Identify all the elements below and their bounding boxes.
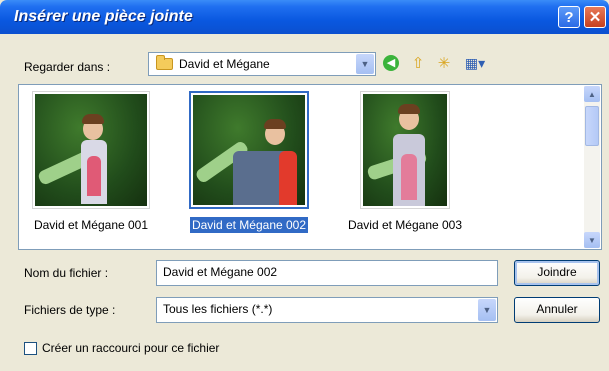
look-in-value: David et Mégane [179, 57, 270, 71]
vertical-scrollbar[interactable]: ▲ ▼ [584, 86, 600, 248]
new-folder-icon: ✳ [437, 55, 451, 72]
file-name: David et Mégane 003 [347, 218, 463, 232]
file-item-selected[interactable]: David et Mégane 002 [185, 91, 313, 233]
scroll-thumb[interactable] [585, 106, 599, 146]
file-name: David et Mégane 001 [33, 218, 149, 232]
filetype-label: Fichiers de type : [24, 303, 116, 317]
chevron-down-icon[interactable]: ▼ [478, 299, 496, 321]
look-in-label: Regarder dans : [24, 60, 111, 74]
help-button[interactable]: ? [558, 6, 580, 28]
folder-icon [156, 55, 173, 70]
shortcut-label: Créer un raccourci pour ce fichier [42, 341, 220, 355]
file-item[interactable]: David et Mégane 003 [341, 91, 469, 233]
filetype-dropdown[interactable]: Tous les fichiers (*.*) ▼ [156, 297, 498, 323]
close-button[interactable]: ✕ [584, 6, 606, 28]
up-folder-button[interactable]: ⇧ [408, 53, 428, 73]
file-item[interactable]: David et Mégane 001 [27, 91, 155, 233]
shortcut-checkbox[interactable] [24, 342, 37, 355]
file-thumbnail [32, 91, 150, 209]
chevron-down-icon[interactable]: ▼ [356, 54, 374, 74]
attach-button[interactable]: Joindre [514, 260, 600, 286]
cancel-button[interactable]: Annuler [514, 297, 600, 323]
new-folder-button[interactable]: ✳ [434, 53, 454, 73]
file-name: David et Mégane 002 [189, 217, 309, 233]
file-thumbnail [360, 91, 450, 209]
views-menu-icon: ▦▾ [464, 54, 486, 71]
filename-input[interactable]: David et Mégane 002 [156, 260, 498, 286]
filename-label: Nom du fichier : [24, 266, 109, 280]
insert-attachment-dialog: Insérer une pièce jointe ? ✕ Regarder da… [0, 0, 609, 371]
filename-value: David et Mégane 002 [163, 265, 278, 279]
back-arrow-icon: ◀ [383, 55, 399, 71]
filetype-value: Tous les fichiers (*.*) [163, 302, 273, 316]
scroll-down-icon[interactable]: ▼ [584, 232, 600, 248]
scroll-up-icon[interactable]: ▲ [584, 86, 600, 102]
back-button[interactable]: ◀ [381, 53, 401, 73]
title-bar[interactable]: Insérer une pièce jointe ? ✕ [0, 0, 609, 34]
look-in-dropdown[interactable]: David et Mégane ▼ [148, 52, 376, 76]
file-list[interactable]: David et Mégane 001 David et Mégane 002 [18, 84, 602, 250]
up-folder-icon: ⇧ [411, 55, 425, 72]
file-thumbnail [189, 91, 309, 209]
window-title: Insérer une pièce jointe [14, 8, 193, 25]
views-menu-button[interactable]: ▦▾ [460, 53, 490, 73]
